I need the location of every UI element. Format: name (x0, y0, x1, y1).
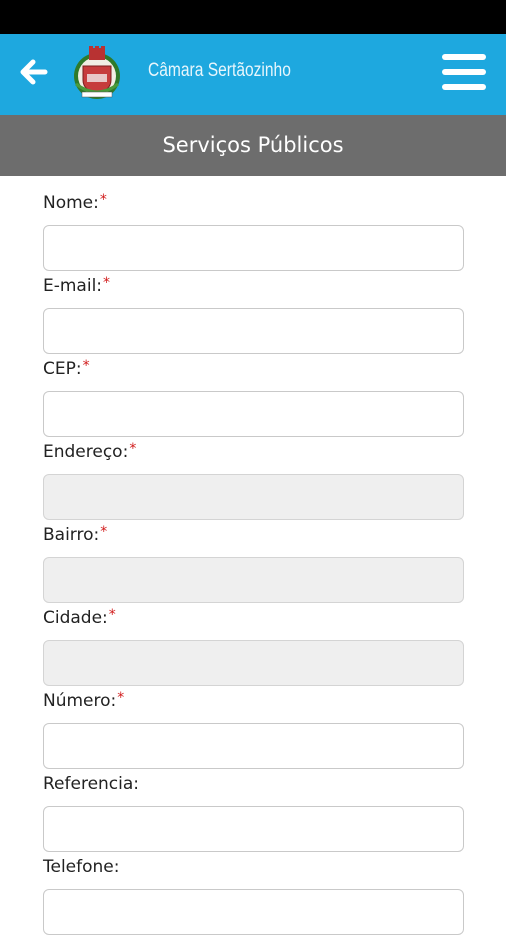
app-title: Câmara Sertãozinho (148, 60, 291, 81)
required-marker: * (108, 607, 116, 623)
coat-of-arms-logo (74, 46, 120, 99)
bairro-field[interactable] (43, 557, 464, 603)
label-name: Nome:* (43, 192, 107, 213)
required-marker: * (117, 690, 125, 706)
app-bar: Câmara Sertãozinho (0, 34, 506, 115)
cidade-field[interactable] (43, 640, 464, 686)
status-bar (0, 0, 506, 34)
label-email: E-mail:* (43, 275, 111, 296)
label-text-telefone: Telefone: (43, 857, 120, 877)
name-field[interactable] (43, 225, 464, 271)
label-text-cidade: Cidade: (43, 608, 108, 628)
hamburger-menu-icon[interactable] (442, 52, 486, 94)
label-referencia: Referencia: (43, 774, 139, 794)
label-numero: Número:* (43, 690, 125, 711)
required-marker: * (82, 358, 90, 374)
label-telefone: Telefone: (43, 857, 119, 877)
referencia-field[interactable] (43, 806, 464, 852)
required-marker: * (99, 192, 107, 208)
label-text-referencia: Referencia: (43, 774, 140, 794)
label-text-email: E-mail: (43, 276, 103, 296)
label-text-bairro: Bairro: (43, 525, 100, 545)
back-button[interactable] (18, 56, 50, 88)
label-text-numero: Número: (43, 691, 117, 711)
required-marker: * (129, 441, 137, 457)
arrow-left-icon (20, 59, 48, 85)
label-endereco: Endereço:* (43, 441, 137, 462)
label-cep: CEP:* (43, 358, 90, 379)
label-bairro: Bairro:* (43, 524, 108, 545)
required-marker: * (103, 275, 111, 291)
label-text-name: Nome: (43, 193, 99, 213)
page-title: Serviços Públicos (0, 115, 506, 176)
telefone-field[interactable] (43, 889, 464, 935)
email-field[interactable] (43, 308, 464, 354)
cep-field[interactable] (43, 391, 464, 437)
endereco-field[interactable] (43, 474, 464, 520)
label-text-cep: CEP: (43, 359, 82, 379)
label-cidade: Cidade:* (43, 607, 116, 628)
numero-field[interactable] (43, 723, 464, 769)
label-text-endereco: Endereço: (43, 442, 129, 462)
required-marker: * (100, 524, 108, 540)
